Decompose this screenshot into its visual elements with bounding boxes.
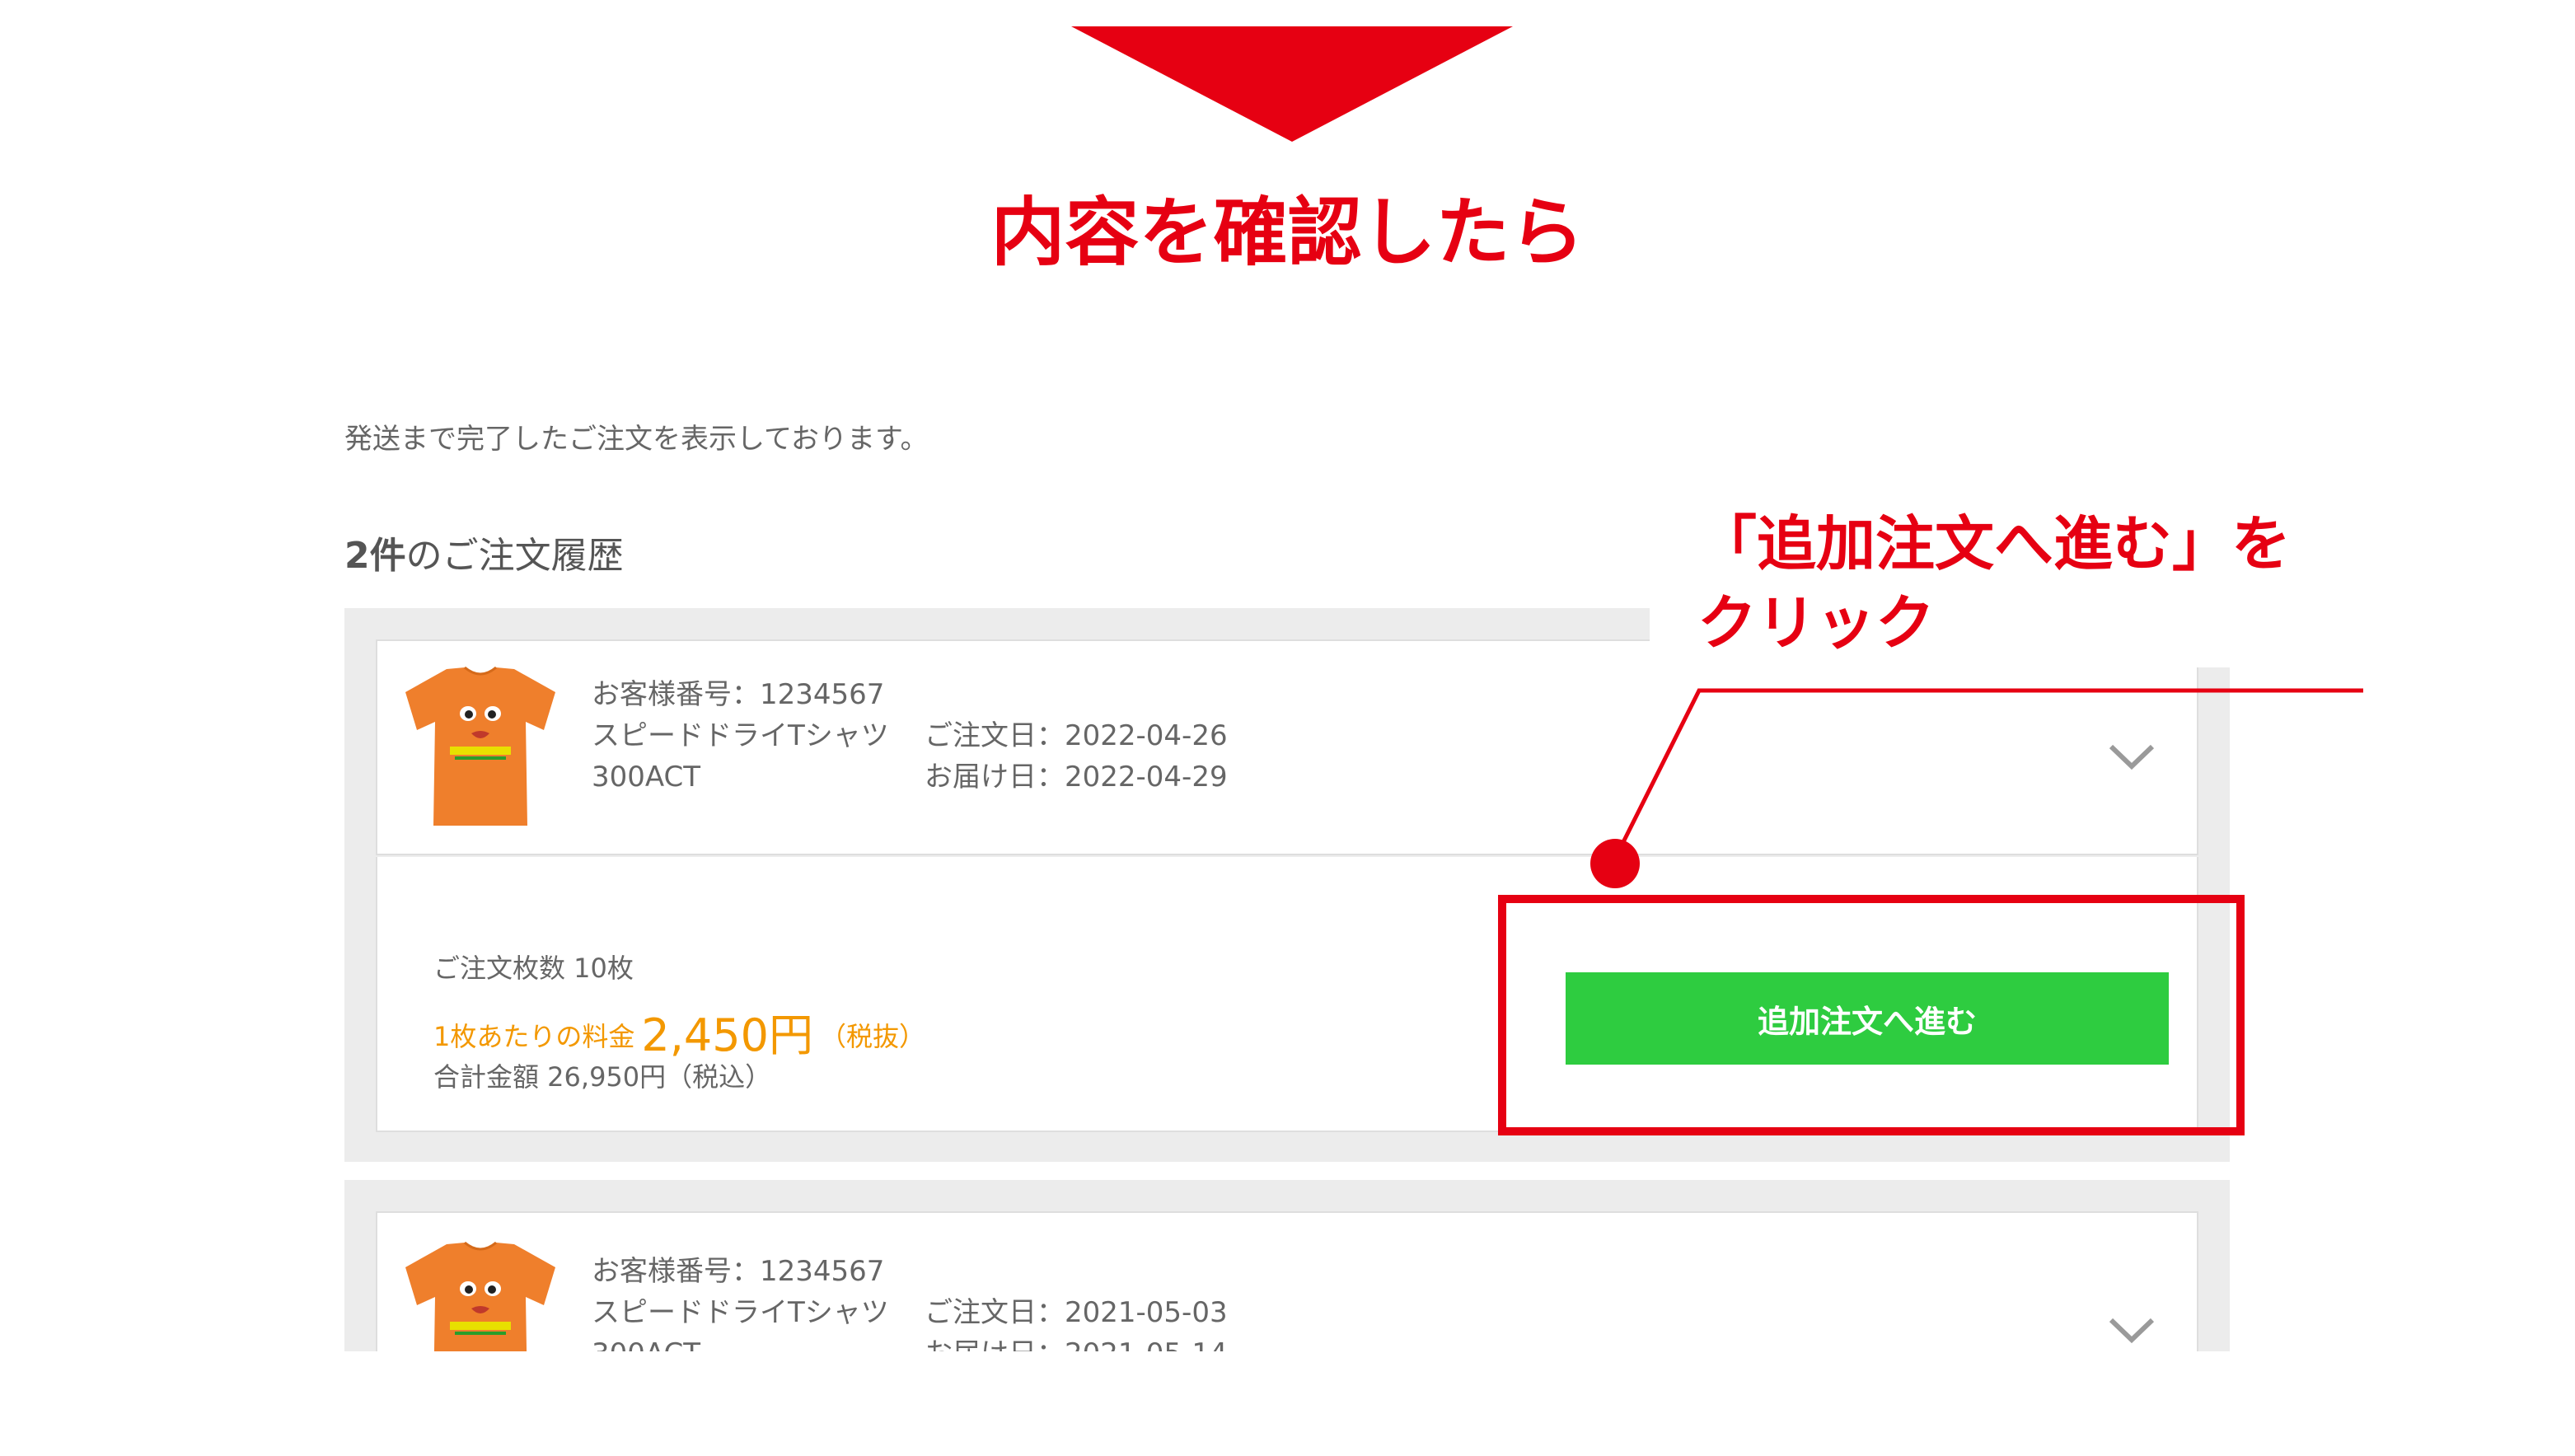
product-name: スピードドライTシャツ [592, 1296, 889, 1329]
crop-edge [344, 1351, 2240, 1456]
intro-text: 発送まで完了したご注文を表示しております。 [344, 423, 929, 456]
unit-price-label: 1枚あたりの料金 [433, 1021, 635, 1052]
highlight-box [1498, 895, 2245, 1135]
unit-price-tax-note: （税抜） [819, 1021, 925, 1052]
order-history-label: のご注文履歴 [405, 535, 624, 577]
callout-pointer [1590, 688, 2363, 888]
step-headline: 内容を確認したら [990, 190, 1585, 276]
order-history-title: 2件のご注文履歴 [344, 526, 624, 578]
product-code: 300ACT [592, 761, 701, 794]
delivery-date: お届け日：2022-04-29 [925, 761, 1228, 794]
order-total: 合計金額 26,950円（税込） [433, 1061, 772, 1093]
callout-text: 「追加注文へ進む」を クリック [1697, 504, 2291, 662]
order-date: ご注文日：2021-05-03 [925, 1296, 1228, 1329]
tshirt-thumbnail [405, 666, 555, 826]
customer-number: お客様番号：1234567 [592, 678, 885, 711]
customer-number: お客様番号：1234567 [592, 1255, 885, 1288]
order-date: ご注文日：2022-04-26 [925, 719, 1228, 752]
callout-line-2: クリック [1697, 588, 1936, 658]
order-quantity: ご注文枚数 10枚 [433, 953, 634, 984]
down-arrow-icon [1071, 26, 1513, 142]
unit-price: 2,450円 [641, 1009, 813, 1061]
chevron-down-icon[interactable] [2108, 1317, 2156, 1345]
callout-line-1: 「追加注文へ進む」を [1697, 509, 2292, 578]
unit-price-row: 1枚あたりの料金 2,450円 （税抜） [433, 999, 925, 1064]
product-name: スピードドライTシャツ [592, 719, 889, 752]
order-count: 2件 [344, 535, 406, 577]
